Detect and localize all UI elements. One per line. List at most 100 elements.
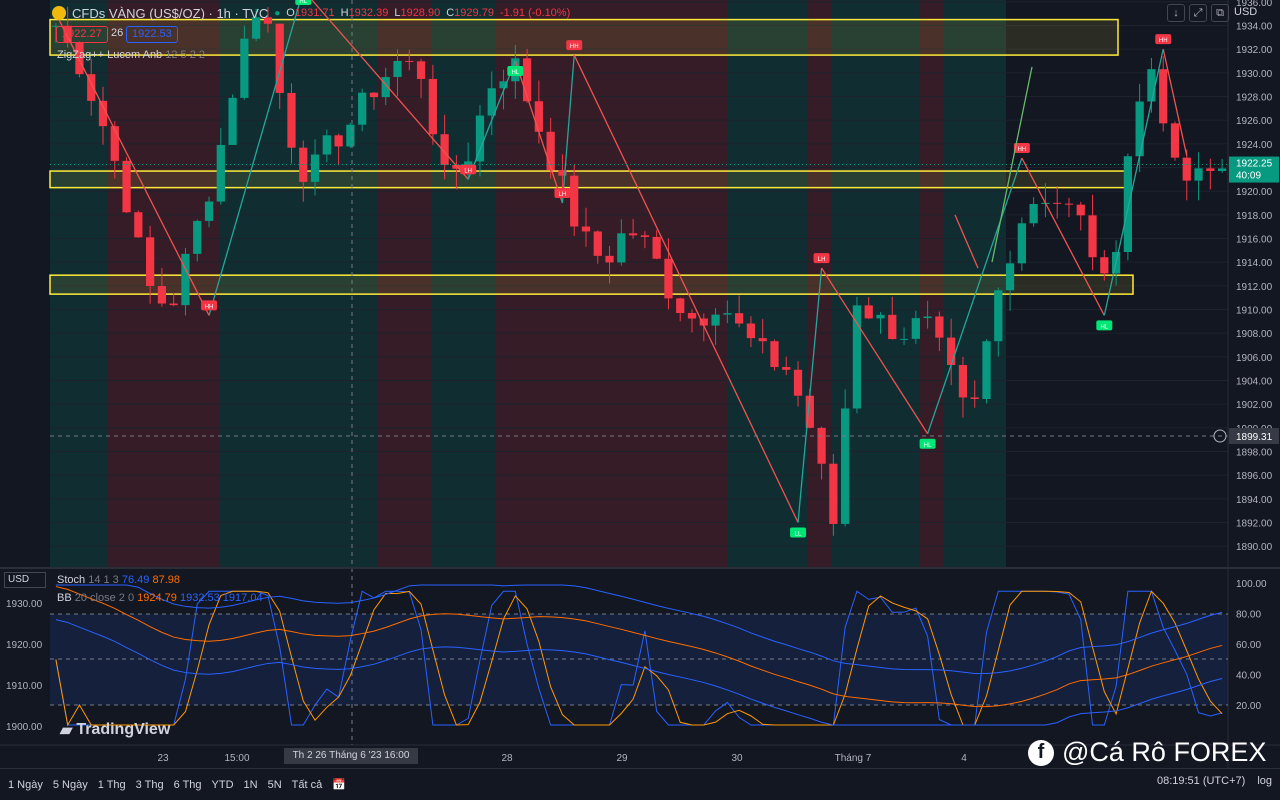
candle-body <box>994 290 1003 342</box>
candle-body <box>110 126 119 161</box>
candle-body <box>746 323 756 339</box>
lower-currency[interactable]: USD <box>4 572 46 588</box>
bb-tick: 1930.00 <box>6 599 43 610</box>
candle-body <box>1076 204 1085 216</box>
candle-body <box>1206 168 1215 172</box>
zigzag-label[interactable]: ZigZag++ Lucem Anb 12 5 2 2 <box>57 49 205 61</box>
candle-body <box>1064 203 1074 205</box>
candle-body <box>758 338 767 342</box>
time-tick: 29 <box>616 753 628 764</box>
price-tick: 1928.00 <box>1236 93 1273 104</box>
status-dots: ● <box>274 7 281 19</box>
symbol-title[interactable]: CFDs VÀNG (US$/OZ) · 1h · TVC <box>72 6 268 21</box>
time-tick: 30 <box>731 753 743 764</box>
candle-body <box>134 212 143 238</box>
bb-label[interactable]: BB 20 close 2 0 1924.79 1932.53 1917.04 <box>57 592 263 604</box>
price-tick: 1930.00 <box>1236 69 1273 80</box>
timeframe-1[interactable]: 5 Ngày <box>53 779 88 791</box>
candle-body <box>369 92 379 98</box>
price-tick: 1912.00 <box>1236 282 1273 293</box>
low-value: 1928.90 <box>400 7 441 19</box>
candle-body <box>958 365 968 398</box>
candle-body <box>1170 123 1180 158</box>
price-tick: 1904.00 <box>1236 377 1273 388</box>
candle-body <box>829 463 838 524</box>
timeframe-7[interactable]: 5N <box>268 779 282 791</box>
countdown-value: 40:09 <box>1236 171 1261 182</box>
price-chart[interactable]: HHHLLHHLLHHHLLLHHLHHHLHH1890.001892.0018… <box>0 0 1280 800</box>
price-tick: 1906.00 <box>1236 353 1273 364</box>
timeframe-3[interactable]: 3 Thg <box>136 779 164 791</box>
candle-body <box>888 314 897 340</box>
candle-body <box>1123 156 1132 253</box>
candle-body <box>287 92 296 148</box>
bb-tick: 1910.00 <box>6 681 43 692</box>
candle-body <box>1017 223 1026 264</box>
screenshot-icon[interactable]: ⧉ <box>1211 4 1229 22</box>
sr-zone-2 <box>49 274 1134 295</box>
price-tick: 1896.00 <box>1236 471 1273 482</box>
price-tick: 1910.00 <box>1236 306 1273 317</box>
candle-body <box>735 313 744 324</box>
candle-body <box>723 313 732 315</box>
ask-button[interactable]: 1922.53 <box>126 26 178 43</box>
ohlc-values: O1931.71 H1932.39 L1928.90 C1929.79 -1.9… <box>286 7 571 19</box>
candle-body <box>358 92 367 125</box>
timeframe-5[interactable]: YTD <box>212 779 234 791</box>
spread-value: 26 <box>111 27 124 39</box>
candle-body <box>204 201 214 221</box>
candle-body <box>570 175 579 227</box>
bid-button[interactable]: 1922.27 <box>56 26 108 43</box>
candle-body <box>770 341 779 368</box>
expand-icon[interactable]: ⤢ <box>1189 4 1207 22</box>
timeframe-0[interactable]: 1 Ngày <box>8 779 43 791</box>
price-tick: 1926.00 <box>1236 116 1273 127</box>
candle-body <box>982 341 991 399</box>
timeframe-2[interactable]: 1 Thg <box>98 779 126 791</box>
pivot-label: LH <box>559 192 567 198</box>
calendar-icon[interactable]: 📅 <box>332 778 346 791</box>
arrow-down-icon[interactable]: ↓ <box>1167 4 1185 22</box>
price-tick: 1932.00 <box>1236 45 1273 56</box>
sr-zone-1 <box>49 170 1129 189</box>
stoch-tick: 40.00 <box>1236 671 1261 682</box>
price-tick: 1934.00 <box>1236 22 1273 33</box>
timeframe-4[interactable]: 6 Thg <box>174 779 202 791</box>
candle-body <box>346 124 355 147</box>
candle-body <box>405 60 414 62</box>
tradingview-watermark: ▰ TradingView <box>60 721 171 739</box>
pivot-label: LL <box>795 532 802 538</box>
chart-header: CFDs VÀNG (US$/OZ) · 1h · TVC ● O1931.71… <box>52 3 570 23</box>
candle-body <box>852 305 862 409</box>
candle-body <box>1147 69 1156 102</box>
high-value: 1932.39 <box>348 7 389 19</box>
candle-body <box>876 314 885 319</box>
candle-body <box>475 115 485 162</box>
stoch-label[interactable]: Stoch 14 1 3 76.49 87.98 <box>57 574 180 586</box>
bb-tick: 1900.00 <box>6 722 43 733</box>
timeframe-8[interactable]: Tất cả <box>292 779 323 791</box>
candle-body <box>1005 263 1015 291</box>
stoch-tick: 100.00 <box>1236 579 1267 590</box>
timeframe-6[interactable]: 1N <box>244 779 258 791</box>
pivot-label: LH <box>818 257 826 263</box>
log-toggle[interactable]: log <box>1257 775 1272 787</box>
gold-icon <box>52 6 66 20</box>
candle-body <box>664 258 673 299</box>
candle-body <box>817 427 826 464</box>
candle-body <box>1217 168 1227 172</box>
price-tick: 1916.00 <box>1236 235 1273 246</box>
candle-body <box>1159 69 1168 124</box>
chart-toolbar: ↓ ⤢ ⧉ <box>1167 4 1229 22</box>
stoch-tick: 20.00 <box>1236 701 1261 712</box>
candle-body <box>1182 157 1191 181</box>
candle-body <box>628 233 638 236</box>
candle-body <box>1135 101 1144 157</box>
close-value: 1929.79 <box>454 7 494 19</box>
candle-body <box>911 318 920 339</box>
currency-selector[interactable]: USD <box>1230 4 1280 22</box>
candle-body <box>169 303 178 306</box>
candle-body <box>322 135 331 155</box>
candle-body <box>534 101 543 132</box>
price-tick: 1894.00 <box>1236 495 1273 506</box>
